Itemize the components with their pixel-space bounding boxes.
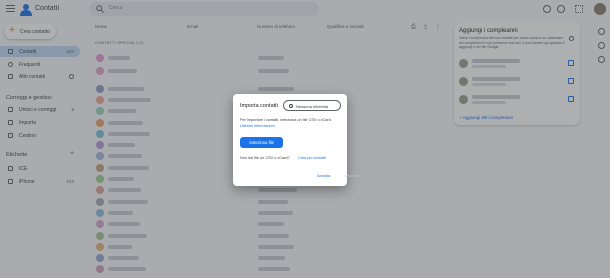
- import-contacts-dialog: Importa contatti Nessuna etichetta Per i…: [233, 94, 359, 186]
- no-file-question: Non hai file un CSV o vCard?: [240, 156, 290, 160]
- import-button[interactable]: Importa: [345, 173, 359, 178]
- dialog-title: Importa contatti: [240, 103, 278, 109]
- import-instruction: Per importare i contatti, seleziona un f…: [240, 118, 332, 122]
- select-file-button[interactable]: Seleziona file: [240, 137, 283, 148]
- label-chip-text: Nessuna etichetta: [296, 104, 329, 109]
- select-file-label: Seleziona file: [249, 140, 274, 145]
- create-contacts-link[interactable]: Crea più contatti: [298, 156, 326, 160]
- cancel-button[interactable]: Annulla: [317, 173, 330, 178]
- contacts-app: Contatti Cerca + Crea contatto Contatti …: [0, 0, 610, 278]
- label-chip[interactable]: Nessuna etichetta: [283, 100, 341, 111]
- learn-more-link[interactable]: Ulteriori informazioni: [240, 124, 275, 128]
- label-icon: [289, 104, 293, 108]
